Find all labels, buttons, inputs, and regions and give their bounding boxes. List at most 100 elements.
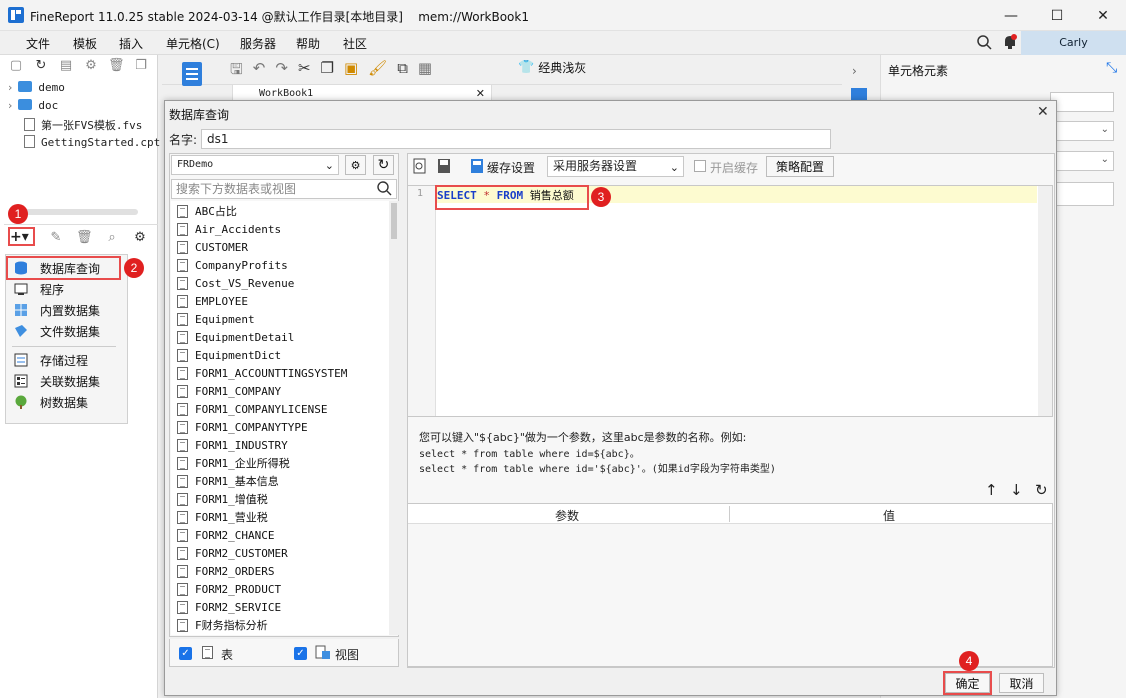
cache-settings-icon[interactable] [470,158,484,177]
menu-item-file-dataset[interactable]: 文件数据集 [14,321,100,341]
table-list-item[interactable]: CompanyProfits [177,256,288,274]
table-list-item[interactable]: EMPLOYEE [177,292,248,310]
table-list-item[interactable]: ABC占比 [177,202,237,220]
table-list-item[interactable]: FORM1_COMPANYLICENSE [177,400,327,418]
tree-item-cpt[interactable]: GettingStarted.cpt [24,135,160,149]
cell-content-field[interactable] [1050,182,1114,206]
table-list-item[interactable]: FORM1_INDUSTRY [177,436,288,454]
redo-icon[interactable]: ↷ [275,59,288,84]
minimize-button[interactable]: — [988,0,1034,31]
edit-icon[interactable]: ▤ [58,58,74,74]
table-list-item[interactable]: FORM1_COMPANYTYPE [177,418,308,436]
move-up-icon[interactable]: ↑ [985,481,998,499]
copy-icon[interactable]: ❐ [133,58,149,74]
connection-select[interactable]: FRDemo ⌄ [171,155,339,175]
table-filter-checkbox[interactable]: ✓ [179,647,192,660]
delete-icon[interactable]: 🗑 [108,58,125,74]
menu-item-tree-dataset[interactable]: 树数据集 [14,392,88,412]
table-list-item[interactable]: Air_Accidents [177,220,281,238]
user-account[interactable]: Carly [1021,31,1126,55]
table-list-item[interactable]: FORM1_企业所得税 [177,454,290,472]
menu-insert[interactable]: 插入 [119,35,143,52]
undo-icon[interactable]: ↶ [253,59,266,84]
menu-item-joined-dataset[interactable]: 关联数据集 [14,371,100,391]
save-query-icon[interactable] [437,158,451,177]
table-list-item[interactable]: FORM2_ORDERS [177,562,274,580]
search-icon[interactable] [977,35,992,53]
menu-cell[interactable]: 单元格(C) [166,35,220,52]
delete-dataset-icon[interactable]: 🗑 [76,230,93,246]
menu-server[interactable]: 服务器 [240,35,276,52]
menu-community[interactable]: 社区 [343,35,367,52]
refresh-tables-button[interactable]: ↻ [373,155,394,175]
refresh-params-icon[interactable]: ↻ [1035,481,1048,499]
close-tab-icon[interactable]: ✕ [476,87,485,100]
edit-dataset-icon[interactable]: ✎ [48,230,64,246]
table-list-item[interactable]: FORM1_ACCOUNTTINGSYSTEM [177,364,347,382]
menu-template[interactable]: 模板 [73,35,97,52]
table-list-item[interactable]: FORM2_SERVICE [177,598,281,616]
table-list-item[interactable]: Equipment [177,310,255,328]
table-name: ABC占比 [195,205,237,218]
editor-scrollbar[interactable] [1038,186,1052,416]
save-icon[interactable]: 🖫 [230,59,243,84]
table-list-item[interactable]: EquipmentDict [177,346,281,364]
cell-name-field[interactable] [1050,92,1114,112]
sql-editor[interactable] [407,185,1053,417]
close-window-button[interactable]: ✕ [1080,0,1126,31]
table-list-item[interactable]: Cost_VS_Revenue [177,274,294,292]
tree-item-doc[interactable]: › doc [8,99,58,112]
table-list-item[interactable]: FORM1_COMPANY [177,382,281,400]
search-icon[interactable] [377,181,392,199]
notification-bell-icon[interactable] [1002,34,1018,53]
menu-item-program[interactable]: 程序 [14,279,64,299]
copy-format-icon[interactable]: ❐ [321,59,334,84]
tree-item-fvs[interactable]: 第一张FVS模板.fvs [24,117,142,133]
cell-select-1[interactable]: ⌄ [1050,121,1114,141]
cut-icon[interactable]: ✂ [298,59,311,84]
layout-icon[interactable] [851,88,867,100]
name-input[interactable]: ds1 [201,129,831,149]
menu-item-db-query[interactable]: 数据库查询 [14,258,100,278]
menu-file[interactable]: 文件 [26,35,50,52]
resize-icon[interactable]: ⤡ [1106,60,1117,76]
table-list-item[interactable]: F财务指标分析 [177,616,268,634]
dialog-close-icon[interactable]: ✕ [1037,104,1049,120]
refresh-icon[interactable]: ↻ [33,58,49,74]
move-down-icon[interactable]: ↓ [1010,481,1023,499]
format-painter-icon[interactable]: 🖌 [368,59,387,84]
settings-icon[interactable]: ⚙ [83,58,99,74]
table-list-item[interactable]: FORM2_PRODUCT [177,580,281,598]
table-list-item[interactable]: FORM1_营业税 [177,508,268,526]
strategy-config-button[interactable]: 策略配置 [766,156,834,177]
menu-help[interactable]: 帮助 [296,35,320,52]
table-list-item[interactable]: FORM2_CHANCE [177,526,274,544]
menu-item-builtin[interactable]: 内置数据集 [14,300,100,320]
dataset-panel-icon[interactable] [180,60,204,90]
view-filter-checkbox[interactable]: ✓ [294,647,307,660]
tree-item-demo[interactable]: › demo [8,81,65,94]
table-list-item[interactable]: FORM1_基本信息 [177,472,279,490]
paste-icon[interactable]: ▣ [344,59,358,84]
preview-page-icon[interactable]: ⧉ [397,59,408,84]
cancel-button[interactable]: 取消 [999,673,1044,693]
dataset-settings-icon[interactable]: ⚙ [132,230,148,246]
table-list-item[interactable]: CUSTOMER [177,238,248,256]
query-preview-icon[interactable] [413,158,427,177]
enable-cache-checkbox[interactable] [694,160,706,172]
table-list-scrollbar[interactable] [389,201,399,635]
collapse-panel-icon[interactable]: › [852,64,857,78]
style-selector[interactable]: 👕 经典浅灰 [518,59,586,76]
cell-select-2[interactable]: ⌄ [1050,151,1114,171]
table-list-item[interactable]: EquipmentDetail [177,328,294,346]
table-list-item[interactable]: FORM1_增值税 [177,490,268,508]
menu-item-stored-procedure[interactable]: 存储过程 [14,350,88,370]
preview-icon[interactable]: ⌕ [104,230,120,246]
new-folder-icon[interactable]: ▢ [8,58,24,74]
table-list-item[interactable]: FORM2_CUSTOMER [177,544,288,562]
cache-mode-select[interactable]: 采用服务器设置 ⌄ [547,156,684,177]
maximize-button[interactable]: ☐ [1034,0,1080,31]
lock-icon[interactable]: ▦ [418,59,432,84]
connection-settings-button[interactable]: ⚙ [345,155,366,175]
table-search-input[interactable]: 搜索下方数据表或视图 [171,179,397,199]
